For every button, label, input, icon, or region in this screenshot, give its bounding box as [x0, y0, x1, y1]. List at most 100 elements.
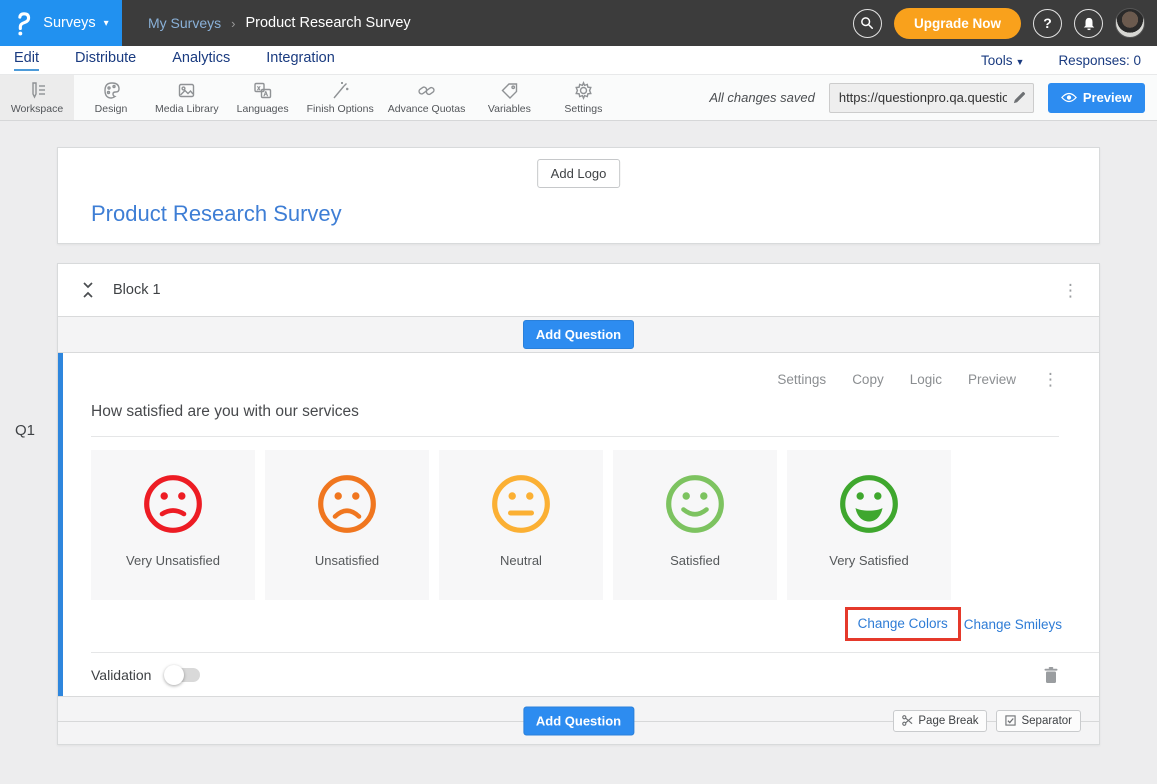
toolbar-item-workspace[interactable]: Workspace	[0, 75, 74, 120]
add-question-button-bottom[interactable]: Add Question	[523, 706, 634, 735]
question-mark-icon: ?	[1043, 15, 1052, 31]
save-status-text: All changes saved	[709, 90, 815, 105]
block-kebab-menu-icon[interactable]: ⋮	[1062, 282, 1079, 299]
toolbar-item-design[interactable]: Design	[74, 75, 148, 120]
smiley-option-label: Unsatisfied	[315, 553, 379, 568]
smiley-options: Very Unsatisfied Unsatisfied Neutral Satisf…	[91, 450, 1099, 600]
advance-quotas-icon	[417, 81, 436, 100]
upgrade-now-button[interactable]: Upgrade Now	[894, 8, 1021, 39]
design-icon	[102, 81, 121, 100]
tab-distribute[interactable]: Distribute	[75, 50, 136, 71]
responses-count[interactable]: Responses: 0	[1058, 53, 1141, 68]
question-title-divider	[91, 436, 1059, 437]
toolbar-item-advance-quotas[interactable]: Advance Quotas	[381, 75, 473, 120]
survey-title[interactable]: Product Research Survey	[91, 201, 342, 227]
block-footer: Add Question Page Break	[58, 696, 1099, 744]
question-action-logic[interactable]: Logic	[910, 372, 942, 387]
survey-canvas: Q1 Add Logo Product Research Survey Bloc…	[0, 121, 1157, 784]
smiley-option-unsatisfied[interactable]: Unsatisfied	[265, 450, 429, 600]
toolbar-item-label: Advance Quotas	[388, 103, 466, 115]
section-tab-bar: Edit Distribute Analytics Integration Tools…	[0, 46, 1157, 74]
help-button[interactable]: ?	[1033, 9, 1062, 38]
question-title[interactable]: How satisfied are you with our services	[91, 403, 1099, 421]
breadcrumb-separator: ›	[231, 16, 235, 31]
question-action-preview[interactable]: Preview	[968, 372, 1016, 387]
toolbar-item-label: Workspace	[11, 103, 63, 115]
tab-analytics[interactable]: Analytics	[172, 50, 230, 71]
search-button[interactable]	[853, 9, 882, 38]
search-icon	[860, 16, 874, 30]
tab-edit[interactable]: Edit	[14, 50, 39, 71]
smiley-option-label: Satisfied	[670, 553, 720, 568]
edit-url-pencil-icon[interactable]	[1012, 90, 1027, 105]
chevron-down-icon: ▾	[104, 18, 109, 29]
finish-options-icon	[331, 81, 350, 100]
eye-icon	[1061, 92, 1077, 103]
unsatisfied-smiley-icon	[315, 472, 379, 536]
question-action-settings[interactable]: Settings	[777, 372, 826, 387]
toolbar-item-media-library[interactable]: Media Library	[148, 75, 226, 120]
questionpro-logo-icon	[13, 9, 35, 37]
toolbar-item-variables[interactable]: Variables	[472, 75, 546, 120]
block-title[interactable]: Block 1	[113, 282, 161, 298]
user-avatar[interactable]	[1115, 8, 1145, 38]
change-smileys-link[interactable]: Change Smileys	[964, 617, 1062, 632]
svg-text:x: x	[257, 86, 260, 92]
smiley-option-satisfied[interactable]: Satisfied	[613, 450, 777, 600]
toolbar-item-label: Settings	[564, 103, 602, 115]
toolbar-item-label: Finish Options	[307, 103, 374, 115]
question-number-label: Q1	[15, 422, 35, 439]
add-logo-button[interactable]: Add Logo	[537, 159, 621, 188]
smiley-option-label: Very Unsatisfied	[126, 553, 220, 568]
toolbar-item-label: Design	[95, 103, 128, 115]
toolbar-item-label: Variables	[488, 103, 531, 115]
top-navbar: Surveys ▾ My Surveys › Product Research …	[0, 0, 1157, 46]
question-action-copy[interactable]: Copy	[852, 372, 884, 387]
question-kebab-menu-icon[interactable]: ⋮	[1042, 371, 1059, 388]
add-question-button-top[interactable]: Add Question	[523, 320, 634, 349]
toolbar-items: Workspace Design Media Library xALanguages F…	[0, 75, 620, 120]
preview-button[interactable]: Preview	[1048, 83, 1145, 113]
brand-logo-button[interactable]: Surveys ▾	[0, 0, 122, 46]
settings-icon	[574, 81, 593, 100]
toolbar-item-languages[interactable]: xALanguages	[226, 75, 300, 120]
change-colors-link[interactable]: Change Colors	[858, 616, 948, 631]
smiley-links-row: Change Colors Change Smileys	[91, 607, 1062, 641]
delete-question-trash-icon[interactable]	[1043, 666, 1059, 684]
satisfied-smiley-icon	[663, 472, 727, 536]
validation-row: Validation	[91, 652, 1099, 696]
tools-menu[interactable]: Tools▼	[981, 53, 1024, 68]
breadcrumb-parent-link[interactable]: My Surveys	[148, 15, 221, 31]
variables-icon	[500, 81, 519, 100]
very-unsatisfied-smiley-icon	[141, 472, 205, 536]
smiley-option-label: Neutral	[500, 553, 542, 568]
languages-icon: xA	[253, 81, 272, 100]
validation-toggle[interactable]	[166, 668, 200, 682]
breadcrumb-current: Product Research Survey	[245, 15, 410, 31]
section-tabs: Edit Distribute Analytics Integration	[14, 50, 335, 71]
question-card: Settings Copy Logic Preview ⋮ How satisfied …	[58, 353, 1099, 696]
collapse-block-icon[interactable]	[81, 281, 95, 299]
brand-label: Surveys	[43, 15, 95, 31]
separator-button[interactable]: Separator	[996, 710, 1081, 732]
block-card: Block 1 ⋮ Add Question Settings Copy Logic…	[57, 263, 1100, 745]
question-actions: Settings Copy Logic Preview ⋮	[91, 353, 1099, 388]
bell-icon	[1082, 16, 1096, 31]
page-break-button[interactable]: Page Break	[893, 710, 987, 732]
toolbar-item-finish-options[interactable]: Finish Options	[300, 75, 381, 120]
toolbar-item-label: Media Library	[155, 103, 219, 115]
notifications-button[interactable]	[1074, 9, 1103, 38]
page-break-scissors-icon	[902, 715, 913, 726]
smiley-option-neutral[interactable]: Neutral	[439, 450, 603, 600]
smiley-option-very-satisfied[interactable]: Very Satisfied	[787, 450, 951, 600]
tab-integration[interactable]: Integration	[266, 50, 335, 71]
toolbar-item-settings[interactable]: Settings	[546, 75, 620, 120]
smiley-option-very-unsatisfied[interactable]: Very Unsatisfied	[91, 450, 255, 600]
topbar-actions: Upgrade Now ?	[853, 8, 1157, 39]
survey-url-input[interactable]	[829, 83, 1034, 113]
editor-toolbar: Workspace Design Media Library xALanguages F…	[0, 74, 1157, 121]
svg-text:A: A	[264, 92, 268, 98]
smiley-option-label: Very Satisfied	[829, 553, 909, 568]
add-question-strip-top: Add Question	[58, 316, 1099, 353]
toggle-knob	[164, 665, 184, 685]
